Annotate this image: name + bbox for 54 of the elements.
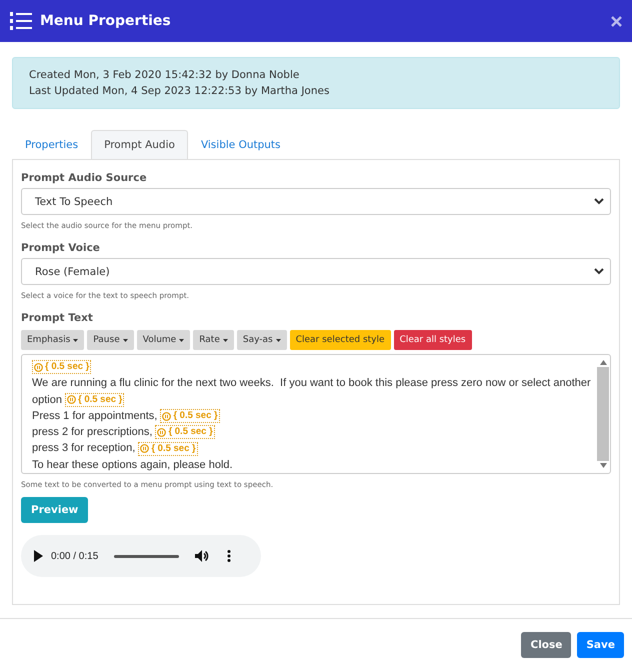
play-icon[interactable] bbox=[33, 550, 43, 562]
scroll-up-icon[interactable] bbox=[600, 360, 606, 365]
preview-button[interactable]: Preview bbox=[21, 497, 88, 523]
field-label: Prompt Audio Source bbox=[21, 172, 148, 184]
window-title: Menu Properties bbox=[40, 13, 172, 29]
style-button[interactable]: Volume bbox=[136, 330, 190, 350]
prompt-text: We are running a flu clinic for the next two weeks. If you want to book this please press zero now or select another bbox=[32, 376, 591, 392]
pause-tag[interactable]: { 0.5 sec } bbox=[138, 442, 198, 456]
pause-icon bbox=[34, 362, 43, 372]
prompt-text: press 2 for prescriptions, bbox=[32, 425, 152, 440]
pause-tag[interactable]: { 0.5 sec } bbox=[64, 392, 124, 407]
info-text: Created Mon, 3 Feb 2020 15:42:32 by Donna Noble bbox=[29, 68, 300, 83]
caret-icon bbox=[222, 338, 228, 342]
more-icon[interactable] bbox=[227, 550, 232, 562]
info-text: Last Updated Mon, 4 Sep 2023 12:22:53 by Martha Jones bbox=[29, 84, 330, 99]
pause-tag[interactable]: { 0.5 sec } bbox=[32, 360, 92, 374]
pause-tag[interactable]: { 0.5 sec } bbox=[155, 425, 215, 440]
select-field[interactable]: Text To Speech bbox=[21, 188, 611, 215]
field-label: Prompt Voice bbox=[21, 242, 101, 254]
pause-tag[interactable]: { 0.5 sec } bbox=[160, 409, 220, 424]
tab[interactable]: Visible Outputs bbox=[188, 130, 294, 159]
caret-icon bbox=[73, 338, 78, 342]
text-editor[interactable] bbox=[21, 354, 611, 474]
pause-icon bbox=[66, 395, 76, 404]
footer-button[interactable]: Close bbox=[521, 632, 572, 658]
scroll-down-icon[interactable] bbox=[600, 463, 606, 468]
prompt-text: Press 1 for appointments, bbox=[32, 408, 158, 424]
volume-icon[interactable] bbox=[195, 550, 210, 562]
caret-icon bbox=[122, 338, 128, 342]
style-button[interactable]: Pause bbox=[87, 330, 134, 350]
tab[interactable]: Properties bbox=[12, 130, 92, 159]
pause-icon bbox=[157, 428, 166, 437]
numbered-list-icon bbox=[10, 11, 32, 31]
prompt-text: press 3 for reception, bbox=[32, 441, 136, 456]
caret-icon bbox=[179, 338, 184, 342]
prompt-text: To hear these options again, please hold. bbox=[32, 458, 233, 473]
style-button[interactable]: Clear all styles bbox=[394, 330, 472, 350]
close-icon[interactable] bbox=[611, 16, 622, 26]
pause-icon bbox=[162, 412, 172, 421]
seek-bar[interactable] bbox=[114, 554, 180, 558]
prompt-text: option bbox=[32, 392, 62, 408]
footer-button[interactable]: Save bbox=[577, 632, 624, 658]
style-button[interactable]: Emphasis bbox=[21, 330, 84, 350]
caret-icon bbox=[276, 338, 281, 342]
field-label: Prompt Text bbox=[21, 312, 94, 324]
style-button[interactable]: Rate bbox=[193, 330, 234, 350]
tab[interactable]: Prompt Audio bbox=[91, 130, 188, 159]
style-button[interactable]: Say-as bbox=[236, 330, 287, 350]
chevron-down-icon bbox=[594, 268, 604, 275]
style-button[interactable]: Clear selected style bbox=[290, 330, 391, 350]
chevron-down-icon bbox=[594, 198, 604, 205]
pause-icon bbox=[140, 444, 150, 454]
time-text: 0:00 / 0:15 bbox=[51, 550, 98, 562]
select-field[interactable]: Rose (Female) bbox=[21, 258, 611, 285]
